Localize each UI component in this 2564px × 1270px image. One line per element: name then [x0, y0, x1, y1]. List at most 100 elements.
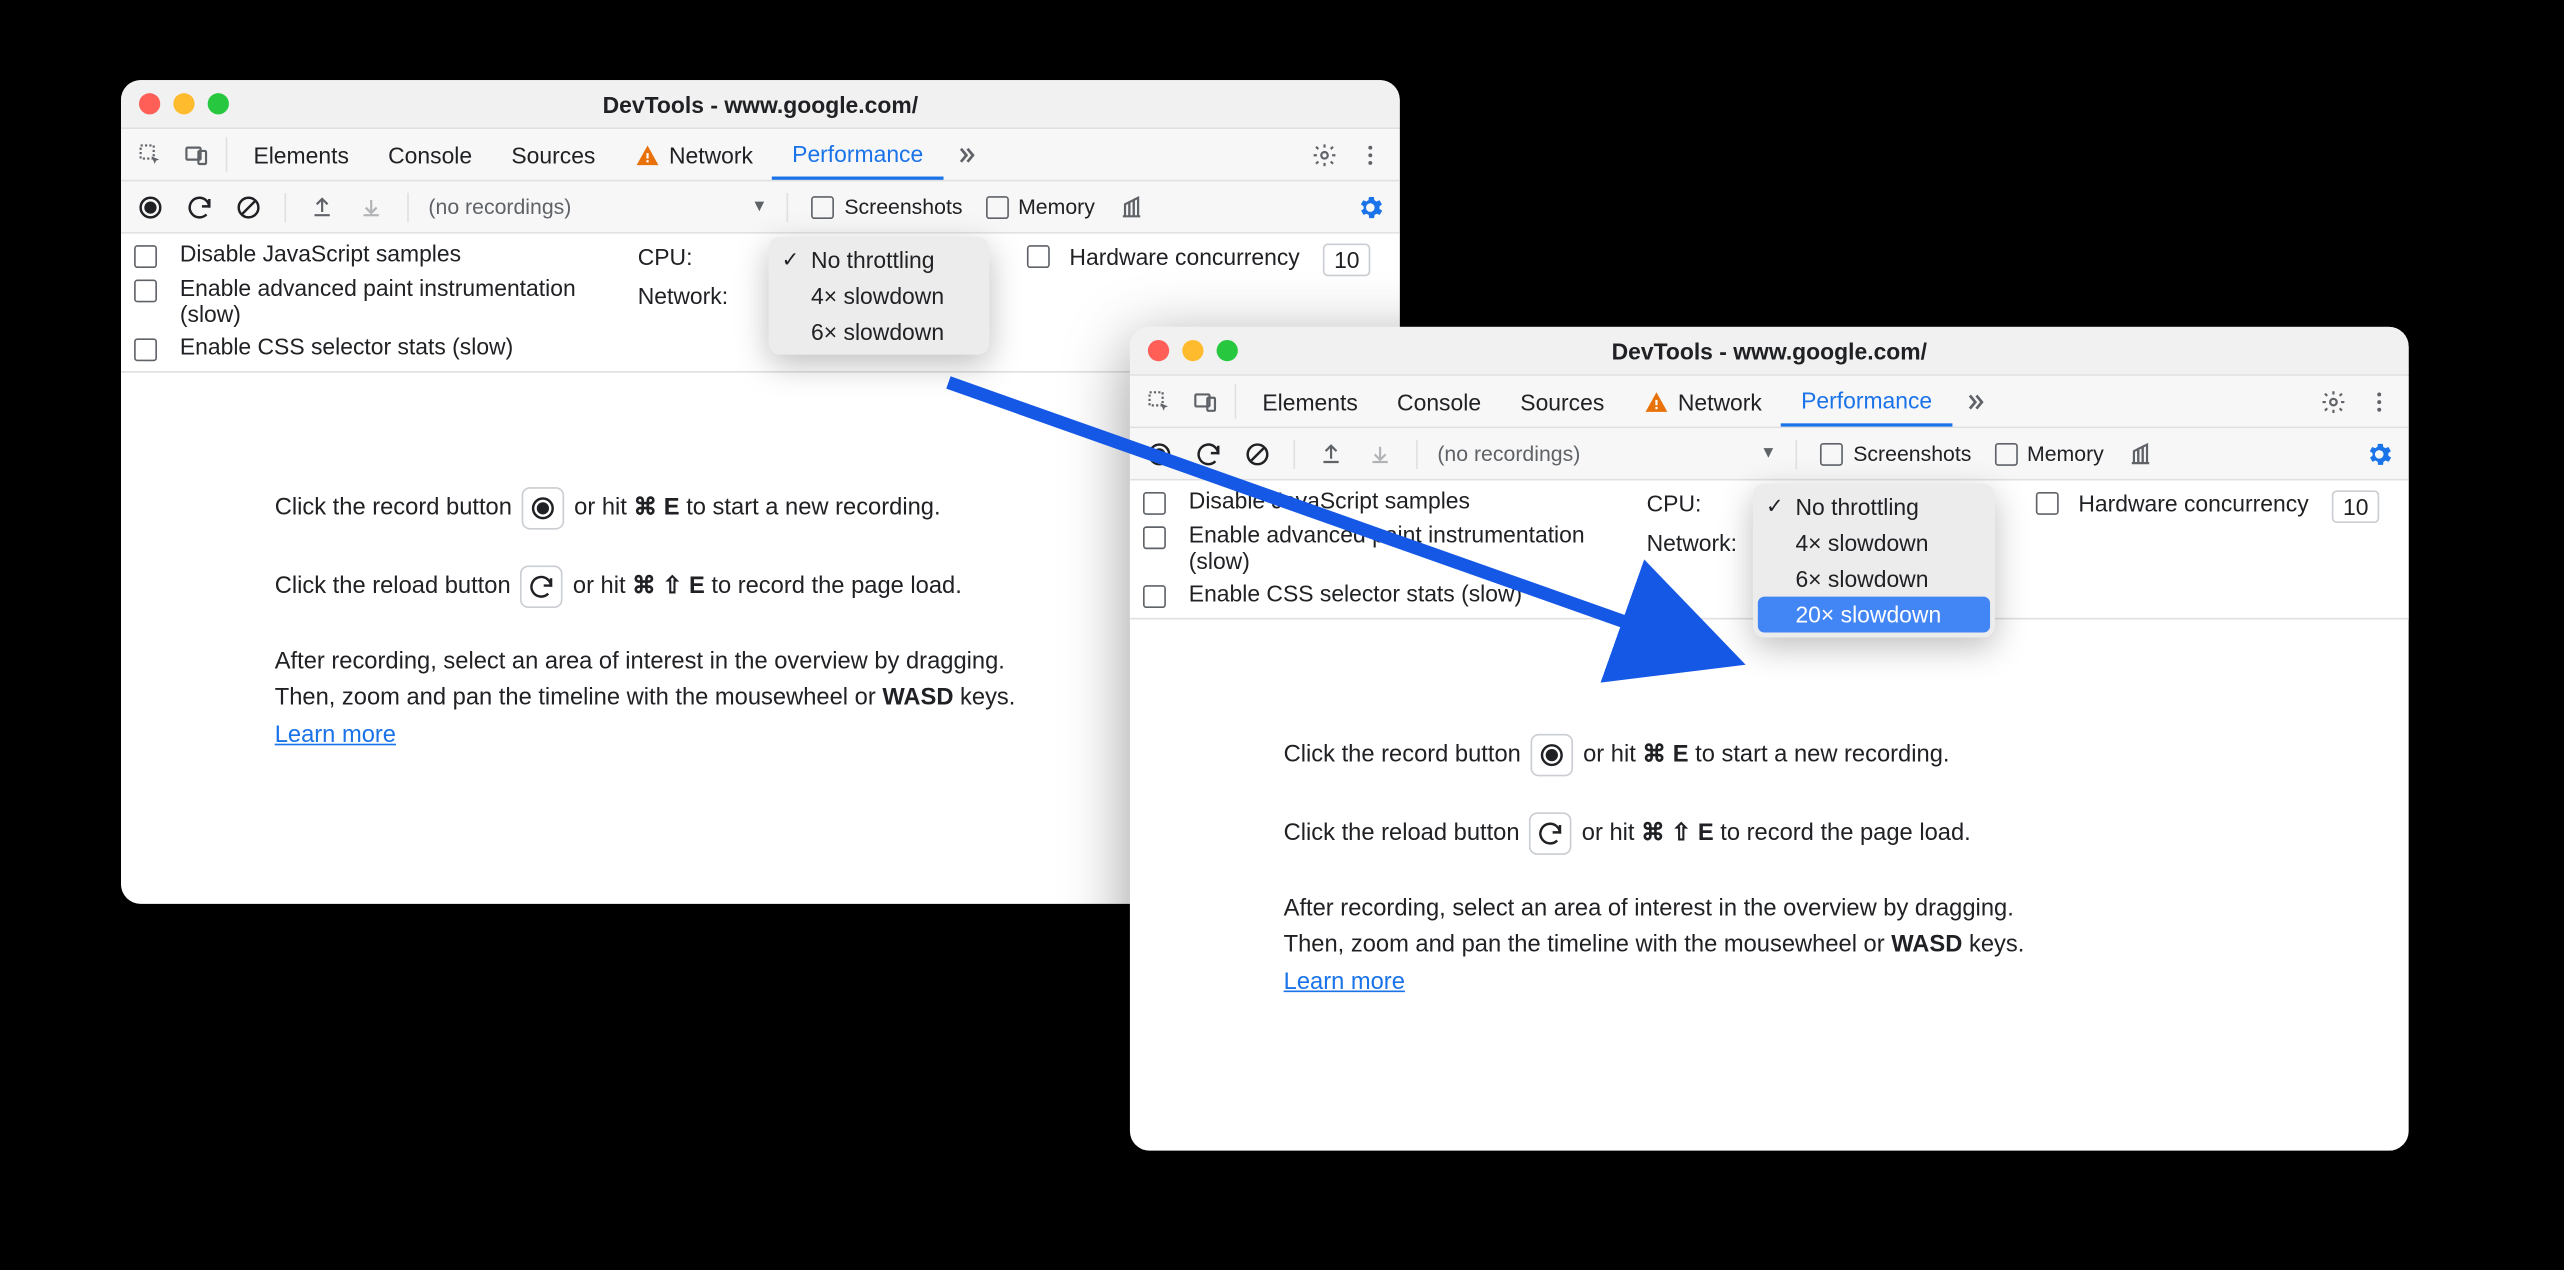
hw-concurrency-label: Hardware concurrency	[2078, 490, 2308, 516]
tab-performance[interactable]: Performance	[773, 129, 943, 180]
hardware-concurrency-input[interactable]: 10	[1323, 244, 1371, 277]
device-toolbar-icon[interactable]	[173, 129, 219, 180]
maximize-window-button[interactable]	[1217, 340, 1238, 361]
tab-sources[interactable]: Sources	[492, 129, 615, 180]
garbage-collect-icon[interactable]	[1108, 194, 1154, 220]
caret-down-icon: ▼	[751, 198, 767, 216]
inspect-element-icon[interactable]	[128, 129, 174, 180]
tab-console[interactable]: Console	[1377, 376, 1500, 427]
tab-sources[interactable]: Sources	[1501, 376, 1624, 427]
cpu-throttling-dropdown: No throttling 4× slowdown 6× slowdown 20…	[1753, 484, 1995, 638]
tab-network[interactable]: Network	[1624, 376, 1782, 427]
disable-js-samples-checkbox[interactable]: Disable JavaScript samples	[134, 240, 608, 268]
dropdown-item-no-throttling[interactable]: No throttling	[769, 242, 990, 278]
disable-js-samples-checkbox[interactable]: Disable JavaScript samples	[1143, 487, 1617, 515]
tab-network-label: Network	[669, 141, 753, 167]
memory-label: Memory	[1018, 195, 1095, 220]
cpu-throttling-dropdown: No throttling 4× slowdown 6× slowdown	[769, 237, 990, 355]
reload-icon	[1529, 812, 1572, 854]
screenshots-checkbox[interactable]: Screenshots	[1821, 441, 1972, 466]
hw-concurrency-label: Hardware concurrency	[1069, 244, 1299, 270]
device-toolbar-icon[interactable]	[1182, 376, 1228, 427]
disable-js-label: Disable JavaScript samples	[1189, 487, 1470, 513]
css-selector-stats-checkbox[interactable]: Enable CSS selector stats (slow)	[134, 333, 608, 361]
record-icon	[1531, 734, 1574, 776]
reload-icon	[521, 566, 564, 608]
advanced-paint-label: Enable advanced paint instrumentation (s…	[1189, 521, 1617, 573]
settings-gear-icon[interactable]	[2311, 376, 2357, 427]
devtools-tabstrip: Elements Console Sources Network Perform…	[1130, 376, 2409, 428]
clear-button[interactable]	[1235, 439, 1281, 468]
recordings-select[interactable]: (no recordings) ▼	[422, 195, 774, 220]
screenshots-checkbox[interactable]: Screenshots	[812, 195, 963, 220]
reload-button[interactable]	[177, 192, 223, 221]
inspect-element-icon[interactable]	[1136, 376, 1182, 427]
upload-icon[interactable]	[1308, 440, 1354, 466]
caret-down-icon: ▼	[1760, 445, 1776, 463]
tab-network-label: Network	[1678, 388, 1762, 414]
dropdown-item-4x-slowdown[interactable]: 4× slowdown	[769, 278, 990, 314]
learn-more-link[interactable]: Learn more	[275, 722, 396, 748]
dropdown-item-no-throttling[interactable]: No throttling	[1753, 489, 1995, 525]
hardware-concurrency-checkbox[interactable]: Hardware concurrency	[1027, 244, 1300, 270]
memory-checkbox[interactable]: Memory	[1994, 441, 2103, 466]
advanced-paint-checkbox[interactable]: Enable advanced paint instrumentation (s…	[134, 275, 608, 327]
screenshots-label: Screenshots	[844, 195, 962, 220]
advanced-paint-checkbox[interactable]: Enable advanced paint instrumentation (s…	[1143, 521, 1617, 573]
devtools-tabstrip: Elements Console Sources Network Perform…	[121, 129, 1400, 181]
window-title: DevTools - www.google.com/	[603, 91, 918, 117]
recordings-select-label: (no recordings)	[1437, 441, 1580, 466]
dropdown-item-6x-slowdown[interactable]: 6× slowdown	[1753, 561, 1995, 597]
close-window-button[interactable]	[139, 93, 160, 114]
more-tabs-icon[interactable]	[1952, 376, 1998, 427]
download-icon[interactable]	[1357, 440, 1403, 466]
reload-button[interactable]	[1186, 439, 1232, 468]
warning-icon	[635, 141, 661, 167]
record-icon	[522, 487, 565, 529]
tab-elements[interactable]: Elements	[234, 129, 369, 180]
advanced-paint-label: Enable advanced paint instrumentation (s…	[180, 275, 608, 327]
more-tabs-icon[interactable]	[943, 129, 989, 180]
performance-toolbar: (no recordings) ▼ Screenshots Memory	[1130, 428, 2409, 480]
dropdown-item-20x-slowdown[interactable]: 20× slowdown	[1758, 597, 1990, 633]
recordings-select-label: (no recordings)	[428, 195, 571, 220]
download-icon[interactable]	[348, 194, 394, 220]
record-button[interactable]	[1136, 439, 1182, 468]
recordings-select[interactable]: (no recordings) ▼	[1431, 441, 1783, 466]
settings-gear-icon[interactable]	[1302, 129, 1348, 180]
titlebar: DevTools - www.google.com/	[1130, 327, 2409, 376]
performance-help-text: Click the record button or hit ⌘ E to st…	[1130, 619, 2409, 1036]
cpu-label: CPU:	[638, 244, 769, 270]
screenshots-label: Screenshots	[1853, 441, 1971, 466]
record-button[interactable]	[128, 192, 174, 221]
hardware-concurrency-checkbox[interactable]: Hardware concurrency	[2036, 490, 2309, 516]
garbage-collect-icon[interactable]	[2117, 440, 2163, 466]
tab-console[interactable]: Console	[369, 129, 492, 180]
window-title: DevTools - www.google.com/	[1612, 338, 1927, 364]
disable-js-label: Disable JavaScript samples	[180, 240, 461, 266]
memory-checkbox[interactable]: Memory	[985, 195, 1094, 220]
clear-button[interactable]	[226, 192, 272, 221]
css-selector-stats-checkbox[interactable]: Enable CSS selector stats (slow)	[1143, 580, 1617, 608]
css-stats-label: Enable CSS selector stats (slow)	[1189, 580, 1522, 606]
tab-performance[interactable]: Performance	[1781, 376, 1951, 427]
devtools-window-after: DevTools - www.google.com/ Elements Cons…	[1130, 327, 2409, 1151]
capture-settings-gear-icon[interactable]	[2356, 439, 2402, 468]
learn-more-link[interactable]: Learn more	[1284, 969, 1405, 995]
close-window-button[interactable]	[1148, 340, 1169, 361]
performance-toolbar: (no recordings) ▼ Screenshots Memory	[121, 181, 1400, 233]
kebab-menu-icon[interactable]	[2356, 376, 2402, 427]
capture-settings-gear-icon[interactable]	[1347, 192, 1393, 221]
tab-network[interactable]: Network	[615, 129, 773, 180]
memory-label: Memory	[2027, 441, 2104, 466]
dropdown-item-6x-slowdown[interactable]: 6× slowdown	[769, 314, 990, 350]
maximize-window-button[interactable]	[208, 93, 229, 114]
upload-icon[interactable]	[299, 194, 345, 220]
tab-elements[interactable]: Elements	[1243, 376, 1378, 427]
css-stats-label: Enable CSS selector stats (slow)	[180, 333, 513, 359]
minimize-window-button[interactable]	[1182, 340, 1203, 361]
kebab-menu-icon[interactable]	[1347, 129, 1393, 180]
minimize-window-button[interactable]	[173, 93, 194, 114]
hardware-concurrency-input[interactable]: 10	[2332, 490, 2380, 523]
dropdown-item-4x-slowdown[interactable]: 4× slowdown	[1753, 525, 1995, 561]
